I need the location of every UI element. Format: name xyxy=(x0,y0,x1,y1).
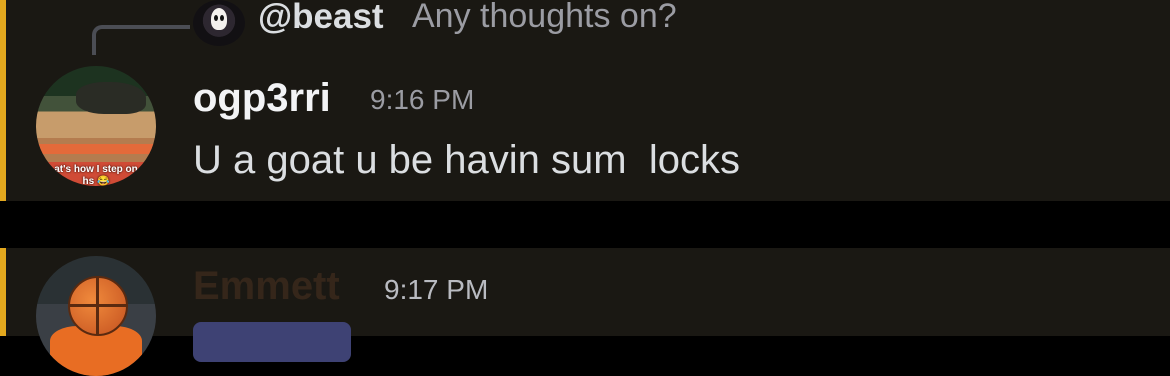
message-username[interactable]: ogp3rri xyxy=(193,76,331,121)
reply-username[interactable]: @beast xyxy=(258,0,384,37)
mention-pill[interactable] xyxy=(193,322,351,362)
message-group-2 xyxy=(0,248,1170,336)
avatar[interactable] xyxy=(36,256,156,376)
message-timestamp[interactable]: 9:16 PM xyxy=(370,84,474,116)
message-timestamp[interactable]: 9:17 PM xyxy=(384,274,488,306)
message-group-1: @beast Any thoughts on? at's how I step … xyxy=(0,0,1170,201)
reply-connector-line xyxy=(92,25,190,55)
avatar[interactable]: at's how I step on hs 😂 xyxy=(36,66,156,186)
message-username[interactable]: Emmett xyxy=(193,264,340,309)
ghostface-mask-icon xyxy=(211,8,227,30)
court-stripe xyxy=(36,144,156,154)
message-text: U a goat u be havin sum locks xyxy=(193,138,740,182)
player-image xyxy=(76,82,146,114)
message-text-cropped xyxy=(370,325,1070,339)
mention-highlight-bar xyxy=(0,0,6,201)
mention-highlight-bar xyxy=(0,248,6,336)
reply-preview-text[interactable]: Any thoughts on? xyxy=(412,0,677,36)
avatar-caption: at's how I step on hs 😂 xyxy=(54,164,138,186)
basketball-head-icon xyxy=(68,276,128,336)
reply-avatar-icon[interactable] xyxy=(193,0,245,46)
